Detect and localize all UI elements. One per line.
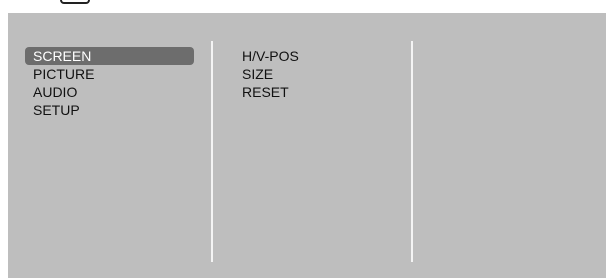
osd-menu-panel: SCREEN PICTURE AUDIO SETUP H/V-POS SIZE … <box>8 13 606 278</box>
main-menu-item-screen[interactable]: SCREEN <box>25 47 194 65</box>
sub-menu-item-hv-pos[interactable]: H/V-POS <box>242 47 299 65</box>
menu-item-label: SCREEN <box>33 48 92 64</box>
menu-item-label: SIZE <box>242 66 274 82</box>
menu-item-label: RESET <box>242 84 289 100</box>
button-icon <box>60 0 90 4</box>
menu-item-label: SETUP <box>33 102 80 118</box>
sub-menu: H/V-POS SIZE RESET <box>242 47 299 101</box>
sub-menu-item-reset[interactable]: RESET <box>242 83 299 101</box>
page-heading-cropped <box>98 0 105 12</box>
main-menu-item-setup[interactable]: SETUP <box>25 101 194 119</box>
main-menu-item-audio[interactable]: AUDIO <box>25 83 194 101</box>
main-menu: SCREEN PICTURE AUDIO SETUP <box>25 47 194 119</box>
page-heading-fragment <box>0 0 606 12</box>
sub-menu-item-size[interactable]: SIZE <box>242 65 299 83</box>
menu-item-label: AUDIO <box>33 84 78 100</box>
main-menu-item-picture[interactable]: PICTURE <box>25 65 194 83</box>
menu-item-label: H/V-POS <box>242 48 299 64</box>
osd-screen: SCREEN PICTURE AUDIO SETUP H/V-POS SIZE … <box>0 0 606 278</box>
column-divider <box>211 41 213 262</box>
menu-item-label: PICTURE <box>33 66 95 82</box>
column-divider <box>411 41 413 262</box>
